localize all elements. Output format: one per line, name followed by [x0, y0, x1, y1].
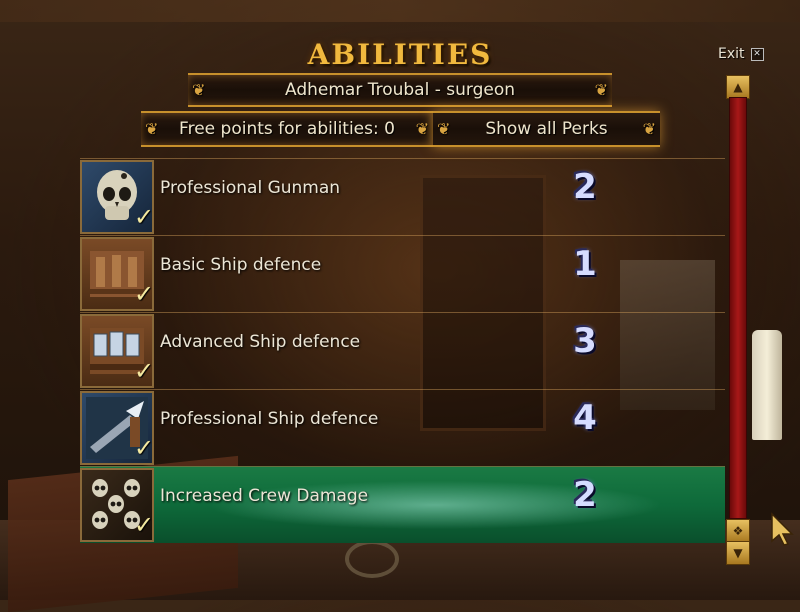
ability-row-professional-ship-defence[interactable]: ✓ Professional Ship defence 4 [80, 389, 725, 466]
ability-label: Basic Ship defence [160, 255, 322, 275]
free-points-label: Free points for abilities: 0 [179, 119, 395, 139]
abilities-list: ✓ Professional Gunman 2 ✓ Basic Ship def… [80, 158, 725, 543]
ability-row-increased-crew-damage[interactable]: ✓ Increased Crew Damage 2 [80, 466, 725, 543]
ability-label: Professional Gunman [160, 178, 341, 198]
exit-label: Exit [718, 46, 745, 62]
scroll-ornament-icon: ❖ [726, 519, 750, 543]
exit-button[interactable]: Exit ✕ [718, 46, 764, 62]
ornament-icon: ❦ [594, 80, 608, 100]
ornament-icon: ❦ [437, 119, 451, 139]
background-candle [752, 330, 782, 440]
ability-value: 4 [573, 398, 597, 438]
checkmark-icon: ✓ [134, 280, 155, 308]
ability-row-advanced-ship-defence[interactable]: ✓ Advanced Ship defence 3 [80, 312, 725, 389]
ornament-icon: ❦ [192, 80, 206, 100]
ability-value: 1 [573, 244, 597, 284]
ornament-icon: ❦ [642, 119, 656, 139]
scroll-down-arrow-icon[interactable]: ▼ [726, 541, 750, 565]
ability-value: 2 [573, 475, 597, 515]
ornament-icon: ❦ [145, 119, 159, 139]
ability-value: 3 [573, 321, 597, 361]
ability-label: Increased Crew Damage [160, 486, 369, 506]
mouse-cursor-icon [771, 512, 794, 546]
scroll-up-arrow-icon[interactable]: ▲ [726, 75, 750, 99]
checkmark-icon: ✓ [134, 357, 155, 385]
checkmark-icon: ✓ [134, 434, 155, 462]
ability-value: 2 [573, 167, 597, 207]
ornament-icon: ❦ [415, 119, 429, 139]
show-all-perks-label: Show all Perks [485, 119, 608, 139]
character-name: Adhemar Troubal - surgeon [284, 80, 516, 100]
page-title: ABILITIES [307, 38, 493, 71]
close-icon[interactable]: ✕ [750, 47, 764, 61]
free-points-bar: ❦ Free points for abilities: 0 ❦ [141, 111, 433, 147]
ability-label: Advanced Ship defence [160, 332, 361, 352]
scroll-track[interactable] [729, 97, 747, 519]
ability-row-professional-gunman[interactable]: ✓ Professional Gunman 2 [80, 158, 725, 235]
character-name-bar: ❦ Adhemar Troubal - surgeon ❦ [188, 73, 612, 107]
checkmark-icon: ✓ [134, 203, 155, 231]
background-magnifier [345, 540, 399, 578]
vertical-scrollbar[interactable]: ▲ ❖ ▼ [726, 75, 750, 565]
ability-row-basic-ship-defence[interactable]: ✓ Basic Ship defence 1 [80, 235, 725, 312]
checkmark-icon: ✓ [134, 511, 155, 539]
ability-label: Professional Ship defence [160, 409, 379, 429]
background-beam [0, 0, 800, 22]
show-all-perks-button[interactable]: ❦ Show all Perks ❦ [433, 111, 660, 147]
